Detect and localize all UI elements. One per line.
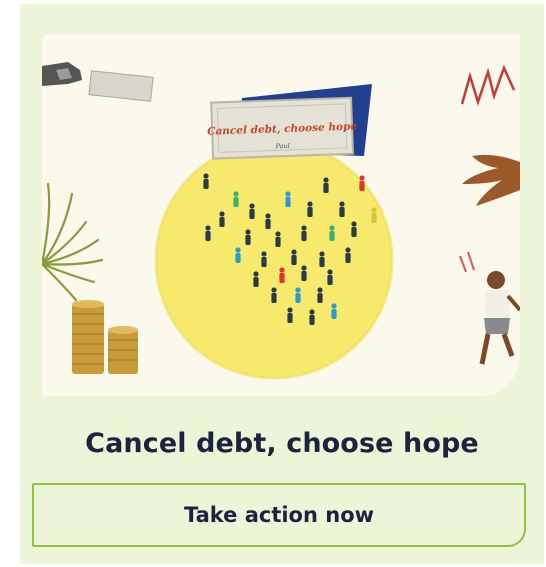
crowd-figure: [203, 173, 209, 189]
red-scribble: [460, 64, 516, 107]
reaching-hand: [462, 154, 520, 206]
crowd-figure: [327, 269, 333, 285]
crowd-figure: [345, 247, 351, 263]
crowd-figure: [233, 191, 239, 207]
crowd-figure: [265, 213, 271, 229]
crowd-figure: [319, 251, 325, 267]
crowd-figure: [359, 175, 365, 191]
motion-marks: [459, 251, 475, 273]
crowd-figure: [279, 267, 285, 283]
take-action-button[interactable]: Take action now: [32, 483, 526, 547]
crowd-figure: [271, 287, 277, 303]
coin-stacks: [72, 300, 138, 374]
crowd-figure: [351, 221, 357, 237]
crowd-figure: [331, 303, 337, 319]
crowd-figure: [295, 287, 301, 303]
crowd-figure: [245, 229, 251, 245]
crowd-figure: [253, 271, 259, 287]
crowd-figure: [329, 225, 335, 241]
crowd-figure: [205, 225, 211, 241]
crowd-figure: [287, 307, 293, 323]
campaign-headline: Cancel debt, choose hope: [85, 428, 479, 459]
crowd-figure: [307, 201, 313, 217]
running-child: [479, 271, 520, 365]
crowd-figure: [249, 203, 255, 219]
hand-with-banknote: [42, 62, 154, 102]
palm-leaf: [42, 182, 104, 302]
crowd-figure: [291, 249, 297, 265]
crowd-figure: [309, 309, 315, 325]
crowd-figure: [235, 247, 241, 263]
campaign-illustration[interactable]: Cancel debt, choose hope Paul: [42, 34, 520, 396]
crowd-figure: [275, 231, 281, 247]
crowd-figure: [219, 211, 225, 227]
campaign-card[interactable]: Cancel debt, choose hope Paul Cancel deb…: [20, 4, 544, 564]
crowd-figure: [371, 207, 377, 223]
crowd-figure: [261, 251, 267, 267]
crowd-figure: [301, 225, 307, 241]
crowd-figure: [301, 265, 307, 281]
crowd-figure: [285, 191, 291, 207]
crowd-figure: [339, 201, 345, 217]
banner-signature: Paul: [274, 142, 290, 151]
crowd-figure: [317, 287, 323, 303]
banner-cheque: Cancel debt, choose hope Paul: [207, 96, 358, 160]
crowd-figure: [323, 177, 329, 193]
